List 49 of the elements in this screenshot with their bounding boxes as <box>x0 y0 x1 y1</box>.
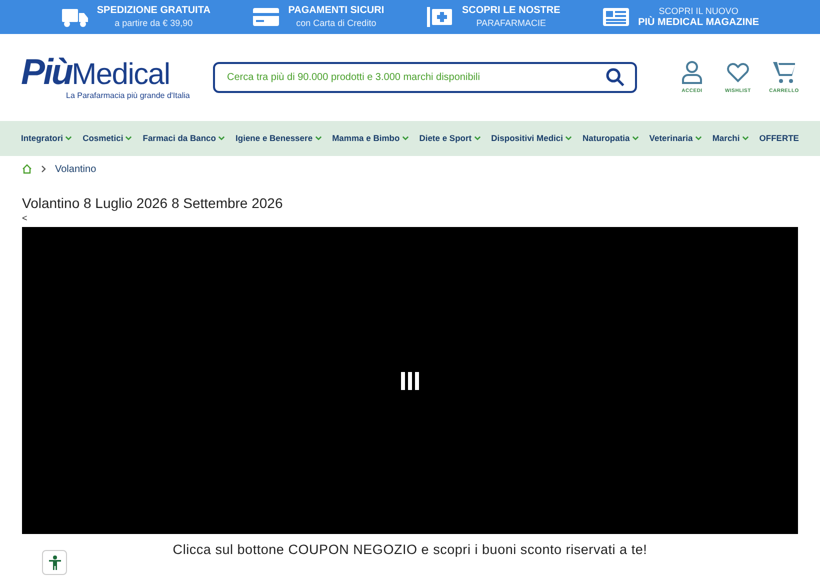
chevron-right-icon <box>40 165 47 173</box>
chevron-down-icon <box>694 135 702 142</box>
logo[interactable]: PiùMedical La Parafarmacia più grande d'Italia <box>21 54 189 102</box>
chevron-down-icon <box>474 135 481 142</box>
coupon-banner-text: Clicca sul bottone COUPON NEGOZIO e scopri i buoni sconto riservati a te! <box>172 541 648 559</box>
accessibility-icon <box>46 554 62 570</box>
promo-subtitle: con Carta di Credito <box>296 17 376 29</box>
logo-text: Più <box>21 54 72 90</box>
nav-item[interactable]: Naturopatia <box>582 132 639 145</box>
nav-item[interactable]: Cosmetici <box>82 132 132 145</box>
chevron-down-icon <box>564 135 572 142</box>
search-icon[interactable] <box>605 67 625 87</box>
cart-icon <box>772 60 796 84</box>
logo-tagline: La Parafarmacia più grande d'Italia <box>66 90 189 102</box>
chevron-down-icon <box>65 135 72 142</box>
pharmacy-sign-icon <box>426 5 454 29</box>
promo-title[interactable]: SPEDIZIONE GRATUITA <box>96 5 210 17</box>
home-icon[interactable] <box>22 164 32 174</box>
nav-item[interactable]: Farmaci da Banco <box>142 132 225 145</box>
promo-title[interactable]: PIÙ MEDICAL MAGAZINE <box>638 17 760 29</box>
chevron-down-icon <box>632 135 639 142</box>
search-field[interactable]: Cerca tra più di 90.000 prodotti e 3.000 marchi disponibili <box>213 62 637 93</box>
page-title: Volantino 8 Luglio 2026 8 Settembre 2026 <box>22 194 284 213</box>
nav-item[interactable]: Igiene e Benessere <box>236 132 322 145</box>
promo-title[interactable]: PAGAMENTI SICURI <box>288 5 384 17</box>
promo-subtitle: a partire da € 39,90 <box>114 17 193 29</box>
chevron-down-icon <box>402 135 409 142</box>
nav-item[interactable]: Integratori <box>21 132 72 145</box>
chevron-down-icon <box>218 135 225 142</box>
accessibility-button[interactable] <box>42 550 67 575</box>
breadcrumb-link[interactable]: Volantino <box>55 162 96 176</box>
nav-item[interactable]: Veterinaria <box>649 132 702 145</box>
prev-link[interactable]: < <box>22 213 798 223</box>
nav-item[interactable]: Marchi <box>712 132 749 145</box>
pause-icon[interactable] <box>400 370 420 390</box>
credit-card-icon <box>252 5 280 29</box>
promo-subtitle: PARAFARMACIE <box>476 17 546 29</box>
chevron-down-icon <box>314 135 322 142</box>
chevron-down-icon <box>742 135 749 142</box>
chevron-down-icon <box>125 135 132 142</box>
nav-item[interactable]: Diete e Sport <box>419 132 481 145</box>
promo-title[interactable]: SCOPRI LE NOSTRE <box>462 5 560 17</box>
user-icon <box>680 60 704 84</box>
promo-subtitle: SCOPRI IL NUOVO <box>658 5 738 17</box>
nav-item[interactable]: Mamma e Bimbo <box>332 132 409 145</box>
nav-item[interactable]: OFFERTE <box>759 132 799 145</box>
nav-item[interactable]: Dispositivi Medici <box>491 132 572 145</box>
logo-text: Medical <box>72 60 170 90</box>
newspaper-icon <box>602 5 630 29</box>
